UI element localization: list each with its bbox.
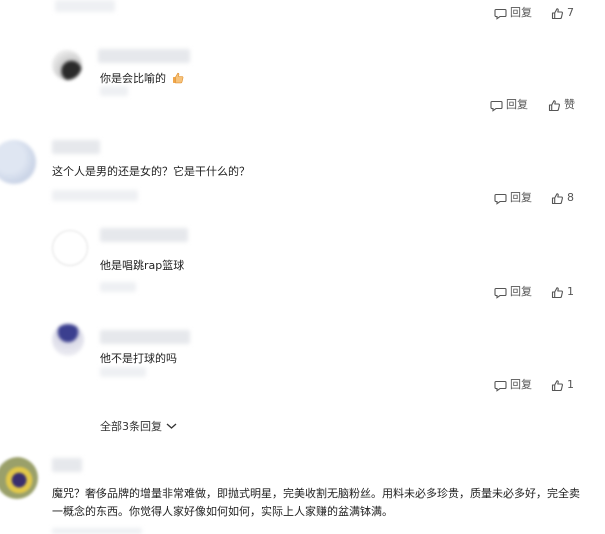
thumbs-up-emoji-icon: [172, 72, 184, 89]
chevron-down-icon: [166, 420, 177, 434]
reply-button[interactable]: 回复: [494, 285, 532, 299]
comment-bubble-icon: [494, 379, 507, 392]
like-count: 1: [567, 285, 574, 298]
reply-label: 回复: [510, 285, 532, 298]
like-button[interactable]: 1: [551, 378, 574, 392]
thumbs-up-icon: [551, 192, 564, 205]
avatar[interactable]: [52, 324, 84, 356]
comment-bubble-icon: [494, 286, 507, 299]
redacted-text: [100, 86, 128, 96]
reply-label: 回复: [506, 98, 528, 111]
thumbs-up-icon: [551, 7, 564, 20]
reply-label: 回复: [510, 191, 532, 204]
like-button[interactable]: 8: [551, 191, 574, 205]
avatar[interactable]: [52, 230, 88, 266]
redacted-text: [100, 282, 136, 292]
avatar[interactable]: [0, 457, 38, 499]
like-button[interactable]: 7: [551, 6, 574, 20]
thumbs-up-icon: [551, 286, 564, 299]
thumbs-up-icon: [548, 99, 561, 112]
redacted-text: [100, 367, 146, 377]
avatar[interactable]: [0, 140, 36, 184]
comment-text: 他不是打球的吗: [100, 352, 177, 365]
redacted-username: [98, 49, 190, 63]
reply-button[interactable]: 回复: [494, 378, 532, 392]
reply-label: 回复: [510, 378, 532, 391]
like-button[interactable]: 1: [551, 285, 574, 299]
like-count: 8: [567, 191, 574, 204]
comment-bubble-icon: [494, 192, 507, 205]
comment-bubble-icon: [494, 7, 507, 20]
redacted-username: [100, 330, 190, 344]
redacted-username: [52, 458, 82, 472]
avatar[interactable]: [52, 50, 82, 80]
like-count: 7: [567, 6, 574, 19]
like-button[interactable]: 赞: [548, 98, 575, 112]
redacted-username: [52, 140, 100, 154]
show-all-replies-button[interactable]: 全部3条回复: [100, 420, 177, 434]
redacted-username: [100, 228, 188, 242]
like-count: 1: [567, 378, 574, 391]
like-label: 赞: [564, 98, 575, 111]
reply-button[interactable]: 回复: [494, 191, 532, 205]
show-all-replies-label: 全部3条回复: [100, 420, 162, 433]
comment-text: 这个人是男的还是女的？它是干什么的？: [52, 165, 250, 178]
redacted-text: [55, 0, 115, 12]
reply-button[interactable]: 回复: [490, 98, 528, 112]
comment-text: 魔咒？奢侈品牌的增量非常难做，即抛式明星，完美收割无脑粉丝。用料未必多珍贵，质量…: [52, 487, 580, 518]
redacted-text: [52, 190, 138, 201]
reply-button[interactable]: 回复: [494, 6, 532, 20]
comment-bubble-icon: [490, 99, 503, 112]
comment-text: 他是唱跳rap篮球: [100, 259, 185, 272]
redacted-text: [52, 528, 142, 534]
reply-label: 回复: [510, 6, 532, 19]
thumbs-up-icon: [551, 379, 564, 392]
